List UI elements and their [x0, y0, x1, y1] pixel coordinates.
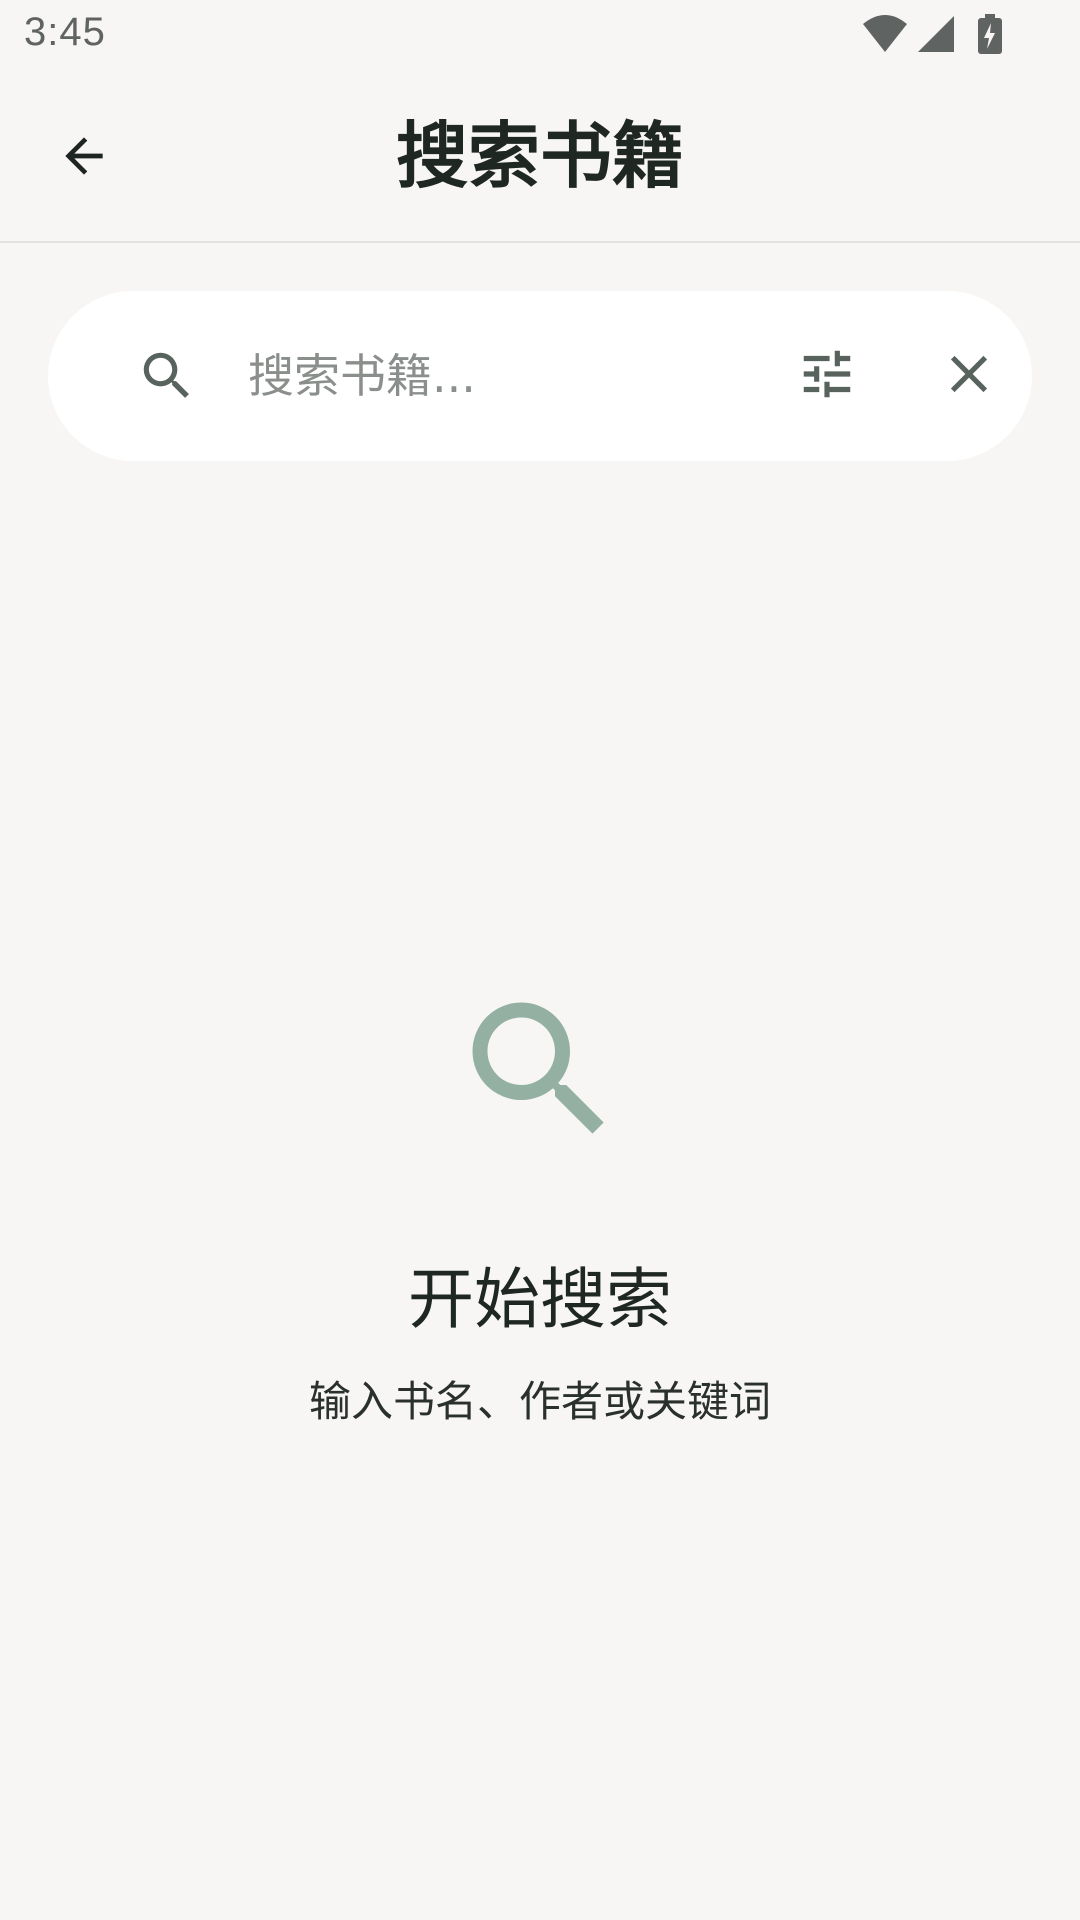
search-bar: [48, 291, 1032, 461]
status-time: 3:45: [24, 10, 106, 54]
search-icon: [136, 345, 198, 407]
search-input[interactable]: [248, 331, 768, 421]
battery-charging-icon: [978, 14, 1002, 54]
status-icons: [862, 14, 1002, 54]
empty-state-title: 开始搜索: [408, 1261, 672, 1338]
empty-search-icon: [0, 980, 1080, 1160]
signal-icon: [916, 14, 956, 54]
page-title: 搜索书籍: [395, 114, 684, 198]
app-bar: 搜索书籍: [0, 76, 1080, 243]
filter-button[interactable]: [782, 331, 872, 421]
close-icon: [938, 343, 1000, 409]
wifi-icon: [862, 14, 908, 54]
empty-state: 开始搜索 输入书名、作者或关键词: [0, 980, 1080, 1430]
tune-icon: [796, 343, 858, 409]
status-bar: 3:45: [0, 0, 1080, 76]
clear-search-button[interactable]: [924, 331, 1014, 421]
empty-state-subtitle: 输入书名、作者或关键词: [308, 1377, 771, 1426]
